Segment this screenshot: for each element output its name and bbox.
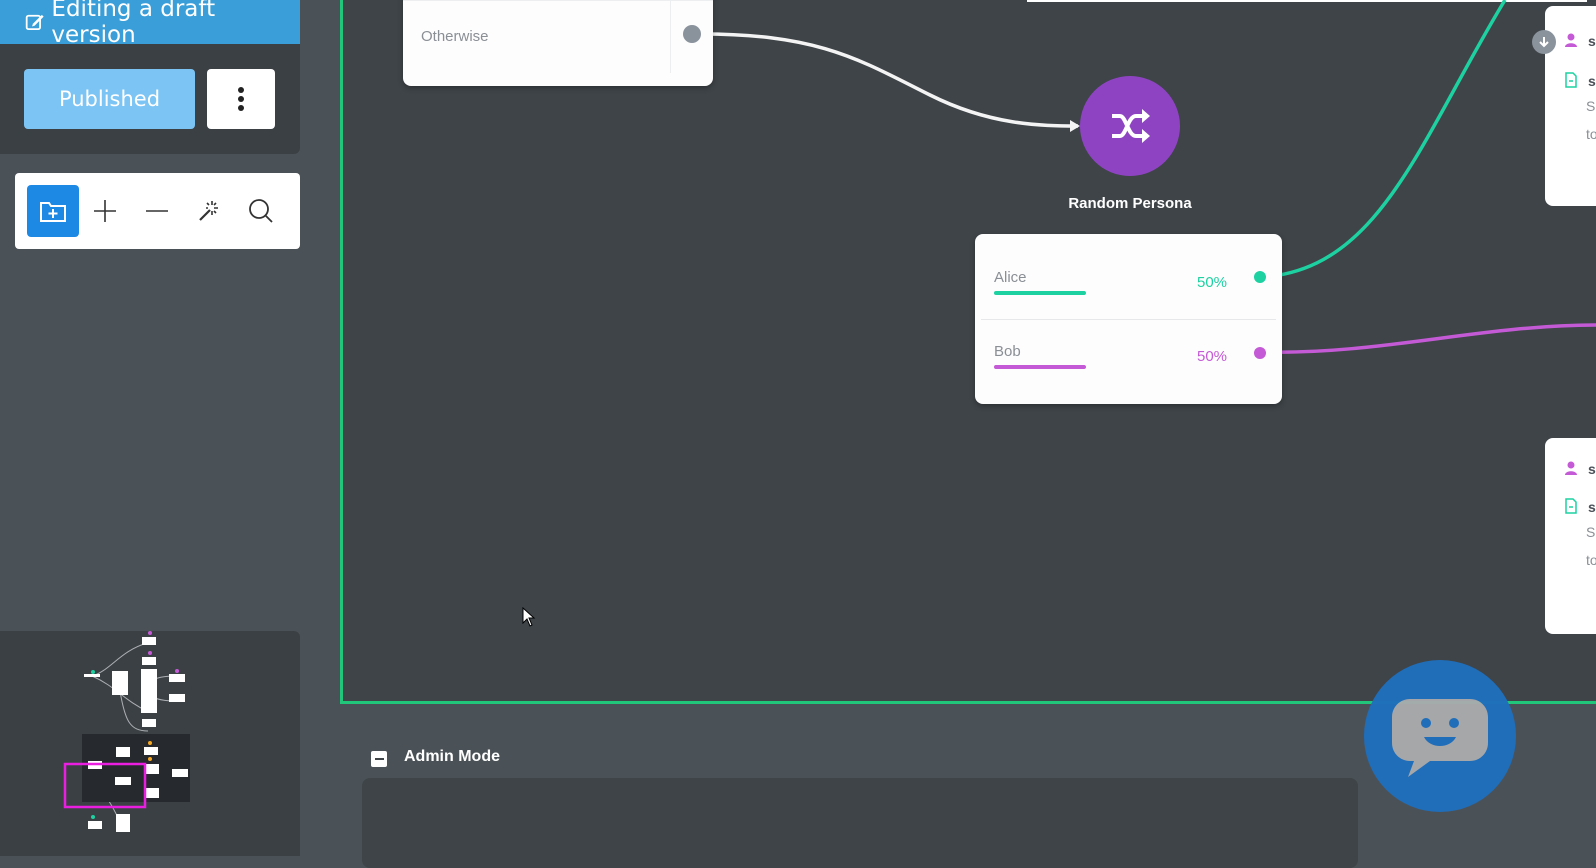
split-row-alice[interactable]: Alice 50% bbox=[975, 234, 1282, 309]
split-bar-alice bbox=[994, 291, 1086, 295]
bob-connector[interactable] bbox=[1254, 347, 1266, 359]
persona-icon bbox=[1565, 33, 1577, 47]
card-text-fragment-2: to bbox=[1586, 126, 1596, 142]
card-line-fragment: s bbox=[1588, 499, 1596, 515]
card-text-fragment-2: to bbox=[1586, 552, 1596, 568]
card-title-fragment: s bbox=[1588, 461, 1596, 477]
persona-icon bbox=[1565, 461, 1577, 475]
message-file-icon bbox=[1565, 498, 1577, 514]
condition-card[interactable]: Otherwise bbox=[403, 0, 713, 86]
card-text-fragment: S bbox=[1586, 98, 1596, 114]
split-percent-bob: 50% bbox=[1197, 348, 1228, 365]
random-persona-node[interactable] bbox=[1080, 76, 1180, 176]
otherwise-connector[interactable] bbox=[683, 25, 701, 43]
alice-connector[interactable] bbox=[1254, 271, 1266, 283]
split-bar-bob bbox=[994, 365, 1086, 369]
split-name-bob: Bob bbox=[994, 343, 1021, 360]
minus-icon bbox=[374, 758, 384, 760]
random-persona-title: Random Persona bbox=[1068, 195, 1192, 212]
split-row-bob[interactable]: Bob 50% bbox=[975, 308, 1282, 383]
split-name-alice: Alice bbox=[994, 269, 1027, 286]
admin-mode-label: Admin Mode bbox=[404, 748, 500, 765]
admin-panel bbox=[362, 778, 1358, 868]
persona-split-card[interactable]: Alice 50% Bob 50% bbox=[975, 234, 1282, 404]
chat-widget-button[interactable] bbox=[1364, 660, 1516, 812]
otherwise-label: Otherwise bbox=[421, 28, 489, 45]
chat-bubble-smiley-icon bbox=[1392, 699, 1488, 777]
arrow-down-icon bbox=[1539, 37, 1549, 48]
connection-lines bbox=[700, 0, 1596, 354]
card-divider bbox=[403, 0, 713, 1]
admin-collapse-toggle[interactable] bbox=[371, 751, 387, 767]
card-title-fragment: s bbox=[1588, 33, 1596, 49]
card-text-fragment: S bbox=[1586, 524, 1596, 540]
persona-card-bottom[interactable]: s s S to bbox=[1545, 438, 1596, 634]
split-percent-alice: 50% bbox=[1197, 274, 1228, 291]
card-line-fragment: s bbox=[1588, 73, 1596, 89]
shuffle-icon bbox=[1112, 109, 1150, 143]
message-file-icon bbox=[1565, 72, 1577, 88]
mouse-cursor-icon bbox=[522, 607, 536, 627]
collapse-arrow-button[interactable] bbox=[1532, 30, 1556, 54]
